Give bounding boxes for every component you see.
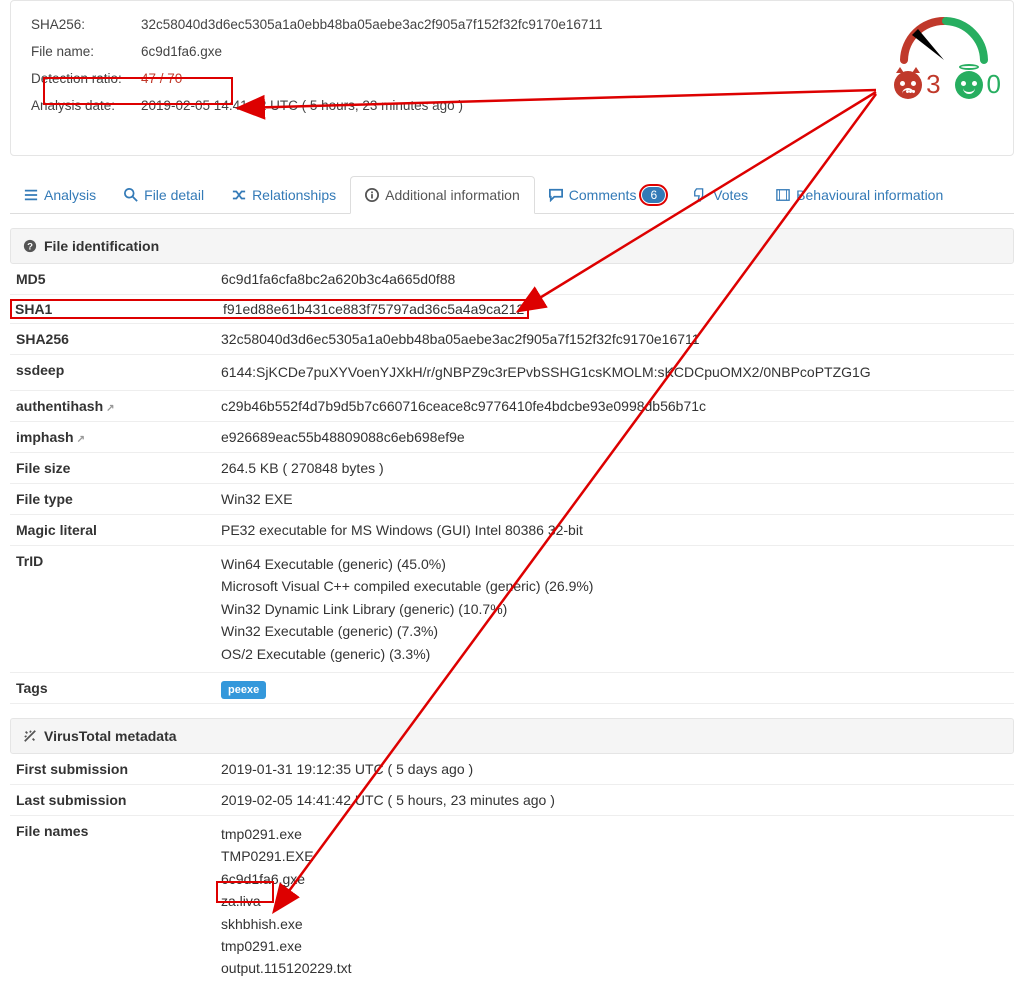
file-summary-panel: SHA256: 32c58040d3d6ec5305a1a0ebb48ba05a… <box>10 0 1014 156</box>
filename-line: tmp0291.exe <box>221 823 352 845</box>
annotation-ring <box>639 184 668 206</box>
magnify-icon <box>124 188 138 202</box>
tab-label: Votes <box>713 187 748 203</box>
annotation-box-filename <box>216 881 274 903</box>
summary-value: 32c58040d3d6ec5305a1a0ebb48ba05aebe3ac2f… <box>141 17 602 32</box>
list-icon <box>24 188 38 202</box>
row-last-submission: Last submission 2019-02-05 14:41:42 UTC … <box>10 785 1014 816</box>
external-link-icon[interactable] <box>103 398 114 414</box>
last-submission-value: 2019-02-05 14:41:42 UTC ( 5 hours, 23 mi… <box>221 792 555 808</box>
trid-line: Win64 Executable (generic) (45.0%) <box>221 553 593 575</box>
row-filenames: File names tmp0291.exeTMP0291.EXE6c9d1fa… <box>10 816 1014 987</box>
summary-label: File name: <box>31 44 141 59</box>
tab-file-detail[interactable]: File detail <box>110 176 218 213</box>
filename-line: output.115120229.txt <box>221 957 352 979</box>
row-md5: MD5 6c9d1fa6cfa8bc2a620b3c4a665d0f88 <box>10 264 1014 295</box>
filenames-values: tmp0291.exeTMP0291.EXE6c9d1fa6.gxeza.liv… <box>221 823 352 980</box>
harmless-vote-count: 0 <box>987 69 1001 100</box>
summary-sha256: SHA256: 32c58040d3d6ec5305a1a0ebb48ba05a… <box>31 17 993 32</box>
row-magic: Magic literal PE32 executable for MS Win… <box>10 515 1014 546</box>
imphash-value: e926689eac55b48809088c6eb698ef9e <box>221 429 465 445</box>
svg-text:?: ? <box>27 242 33 253</box>
row-tags: Tags peexe <box>10 673 1014 704</box>
section-file-identification: ? File identification <box>10 228 1014 264</box>
tab-analysis[interactable]: Analysis <box>10 176 110 213</box>
ssdeep-value: 6144:SjKCDe7puXYVoenYJXkH/r/gNBPZ9c3rEPv… <box>221 362 871 383</box>
trid-line: OS/2 Executable (generic) (3.3%) <box>221 643 593 665</box>
row-filesize: File size 264.5 KB ( 270848 bytes ) <box>10 453 1014 484</box>
row-filetype: File type Win32 EXE <box>10 484 1014 515</box>
sha256-value: 32c58040d3d6ec5305a1a0ebb48ba05aebe3ac2f… <box>221 331 700 347</box>
tab-label: Comments <box>569 187 637 203</box>
question-icon: ? <box>23 239 37 253</box>
row-imphash: imphash e926689eac55b48809088c6eb698ef9e <box>10 422 1014 453</box>
filesize-value: 264.5 KB ( 270848 bytes ) <box>221 460 384 476</box>
tab-behavioural[interactable]: Behavioural information <box>762 176 957 213</box>
community-vote-widget: 3 0 <box>894 15 1001 100</box>
thumb-down-icon <box>693 188 707 202</box>
filename-line: TMP0291.EXE <box>221 845 352 867</box>
angel-face-icon[interactable] <box>955 71 983 99</box>
summary-value: 6c9d1fa6.gxe <box>141 44 222 59</box>
devil-face-icon[interactable] <box>894 71 922 99</box>
row-first-submission: First submission 2019-01-31 19:12:35 UTC… <box>10 754 1014 785</box>
shuffle-icon <box>232 188 246 202</box>
first-submission-value: 2019-01-31 19:12:35 UTC ( 5 days ago ) <box>221 761 473 777</box>
tab-bar: Analysis File detail Relationships Addit… <box>10 176 1014 214</box>
tab-votes[interactable]: Votes <box>679 176 762 213</box>
annotation-box-ratio <box>43 77 233 105</box>
annotation-box-sha1: SHA1 f91ed88e61b431ce883f75797ad36c5a4a9… <box>10 299 529 319</box>
tab-label: Additional information <box>385 187 520 203</box>
tag-peexe[interactable]: peexe <box>221 681 266 699</box>
tab-label: Relationships <box>252 187 336 203</box>
trid-line: Win32 Dynamic Link Library (generic) (10… <box>221 598 593 620</box>
row-sha1: SHA1 f91ed88e61b431ce883f75797ad36c5a4a9… <box>10 295 1014 324</box>
summary-label: SHA256: <box>31 17 141 32</box>
tab-comments[interactable]: Comments 6 <box>535 176 679 213</box>
tab-label: Analysis <box>44 187 96 203</box>
vote-gauge <box>894 15 994 65</box>
section-vt-metadata: VirusTotal metadata <box>10 718 1014 754</box>
filename-line: tmp0291.exe <box>221 935 352 957</box>
malicious-vote-count: 3 <box>926 69 940 100</box>
summary-filename: File name: 6c9d1fa6.gxe <box>31 44 993 59</box>
row-sha256: SHA256 32c58040d3d6ec5305a1a0ebb48ba05ae… <box>10 324 1014 355</box>
row-ssdeep: ssdeep 6144:SjKCDe7puXYVoenYJXkH/r/gNBPZ… <box>10 355 1014 391</box>
comment-icon <box>549 188 563 202</box>
tab-relationships[interactable]: Relationships <box>218 176 350 213</box>
external-link-icon[interactable] <box>74 429 85 445</box>
trid-line: Win32 Executable (generic) (7.3%) <box>221 620 593 642</box>
md5-value: 6c9d1fa6cfa8bc2a620b3c4a665d0f88 <box>221 271 455 287</box>
film-icon <box>776 188 790 202</box>
tab-label: File detail <box>144 187 204 203</box>
tab-label: Behavioural information <box>796 187 943 203</box>
authentihash-value: c29b46b552f4d7b9d5b7c660716ceace8c977641… <box>221 398 706 414</box>
filetype-value: Win32 EXE <box>221 491 293 507</box>
row-trid: TrID Win64 Executable (generic) (45.0%)M… <box>10 546 1014 673</box>
row-authentihash: authentihash c29b46b552f4d7b9d5b7c660716… <box>10 391 1014 422</box>
magic-value: PE32 executable for MS Windows (GUI) Int… <box>221 522 583 538</box>
tab-additional-info[interactable]: Additional information <box>350 176 535 214</box>
filename-line: skhbhish.exe <box>221 913 352 935</box>
wand-icon <box>23 729 37 743</box>
trid-line: Microsoft Visual C++ compiled executable… <box>221 575 593 597</box>
comments-badge: 6 <box>642 187 665 203</box>
trid-values: Win64 Executable (generic) (45.0%)Micros… <box>221 553 593 665</box>
sha1-value: f91ed88e61b431ce883f75797ad36c5a4a9ca212 <box>223 301 524 317</box>
info-icon <box>365 188 379 202</box>
